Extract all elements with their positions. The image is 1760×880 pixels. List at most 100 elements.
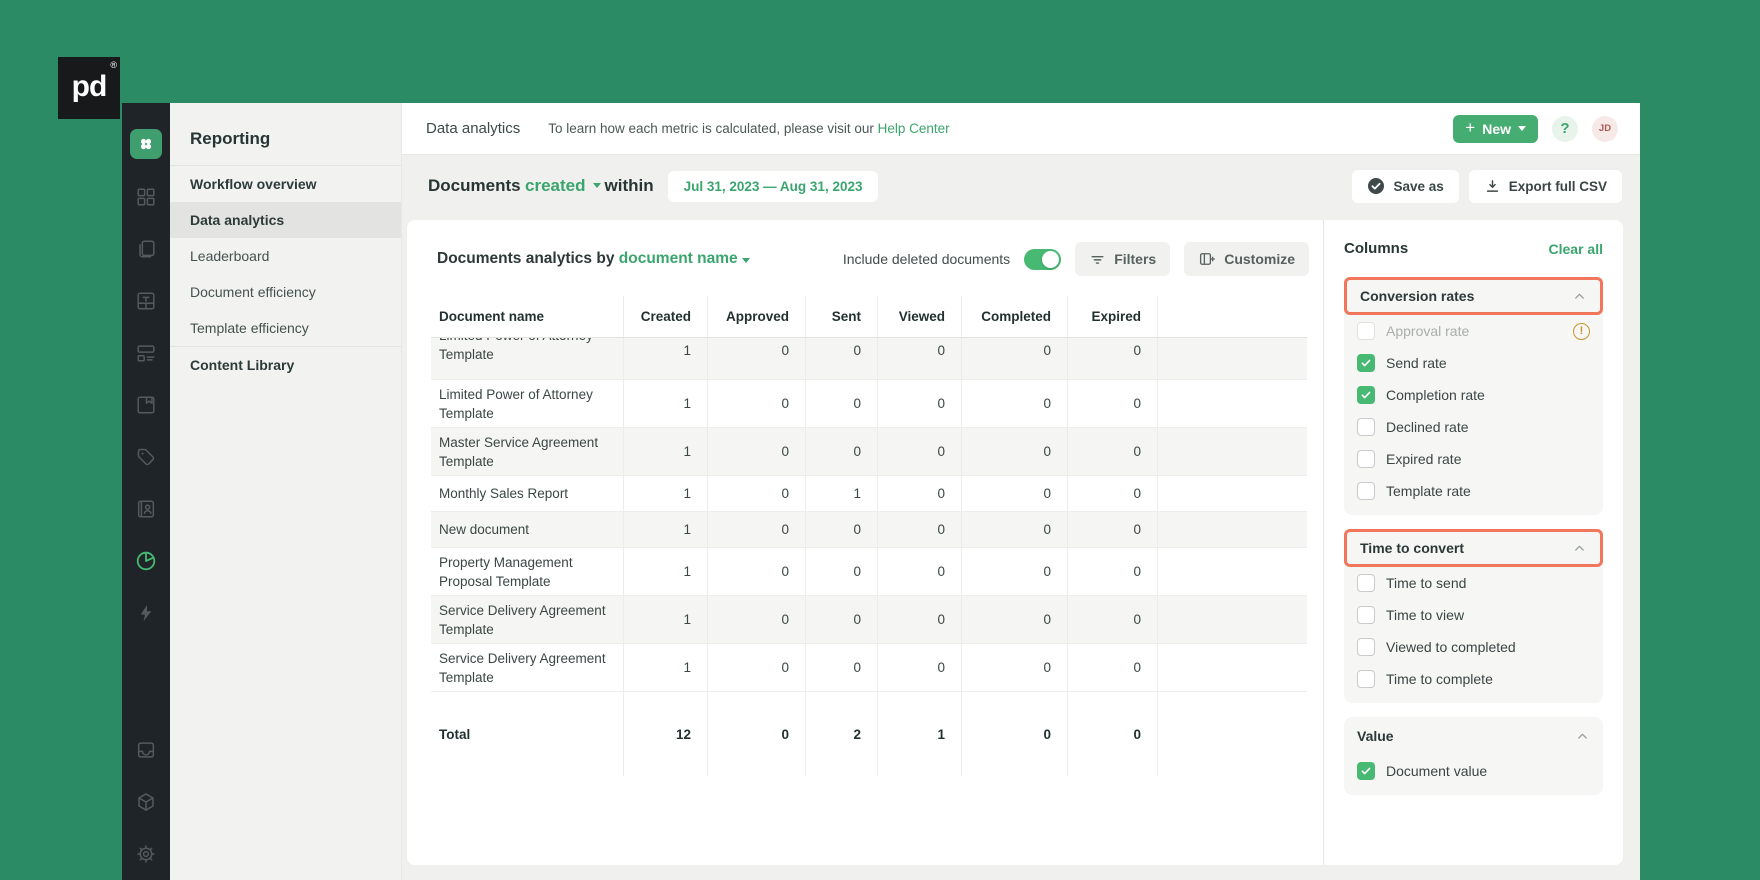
columns-section: Conversion rates Approval rate! Send rate C…	[1344, 277, 1603, 515]
document-name-cell: Monthly Sales Report	[439, 486, 569, 501]
checkbox	[1357, 322, 1375, 340]
within-label: within	[604, 176, 654, 195]
value-cell: 0	[877, 512, 961, 547]
value-cell: 0	[1067, 476, 1157, 511]
checkbox[interactable]	[1357, 638, 1375, 656]
columns-section: Time to convert Time to send Time to view V…	[1344, 529, 1603, 703]
value-cell: 0	[1067, 644, 1157, 691]
include-deleted-toggle[interactable]	[1024, 248, 1062, 270]
automations-icon[interactable]	[122, 587, 170, 639]
value-cell: 1	[805, 476, 877, 511]
value-cell: 0	[961, 428, 1067, 475]
columns-section: Value Document value	[1344, 717, 1603, 795]
value-cell: 0	[707, 644, 805, 691]
catalog-icon[interactable]	[122, 431, 170, 483]
section-header-time-to-convert[interactable]: Time to convert	[1344, 529, 1603, 567]
checkbox[interactable]	[1357, 574, 1375, 592]
export-csv-button[interactable]: Export full CSV	[1468, 169, 1622, 203]
total-row: Total 12 0 2 1 0 0	[431, 692, 1307, 776]
customize-button[interactable]: Customize	[1184, 242, 1309, 276]
value-cell: 1	[623, 548, 707, 595]
value-cell: 0	[877, 380, 961, 427]
apps-icon[interactable]	[130, 129, 162, 159]
mode-dropdown[interactable]: created	[525, 176, 585, 196]
column-header: Approved	[707, 296, 805, 337]
contacts-icon[interactable]	[122, 483, 170, 535]
value-cell: 0	[707, 338, 805, 379]
new-button[interactable]: + New	[1453, 114, 1538, 143]
table-row: Monthly Sales Report 1 0 1 0 0 0	[431, 476, 1307, 512]
column-option-approval-rate: Approval rate!	[1344, 315, 1603, 347]
checkbox[interactable]	[1357, 450, 1375, 468]
value-cell: 1	[623, 338, 707, 379]
table-row: New document 1 0 0 0 0 0	[431, 512, 1307, 548]
plus-icon: +	[1465, 118, 1476, 137]
checkbox[interactable]	[1357, 606, 1375, 624]
registered-mark: ®	[110, 60, 117, 70]
sidebar-item-template-efficiency[interactable]: Template efficiency	[170, 310, 401, 346]
column-option-time-to-view: Time to view	[1344, 599, 1603, 631]
section-header-value[interactable]: Value	[1344, 717, 1603, 755]
checkbox-label: Time to complete	[1386, 671, 1493, 687]
help-center-link[interactable]: Help Center	[878, 121, 950, 136]
help-button[interactable]: ?	[1552, 115, 1578, 142]
checkbox[interactable]	[1357, 670, 1375, 688]
customize-icon	[1200, 253, 1216, 265]
value-cell: 0	[961, 338, 1067, 379]
section-header-conversion-rates[interactable]: Conversion rates	[1344, 277, 1603, 315]
forms-icon[interactable]	[122, 327, 170, 379]
documents-icon[interactable]	[122, 223, 170, 275]
table-area: Documents analytics by document name Inc…	[407, 220, 1323, 865]
settings-icon[interactable]	[122, 828, 170, 880]
sidebar-item-document-efficiency[interactable]: Document efficiency	[170, 274, 401, 310]
checkbox[interactable]	[1357, 762, 1375, 780]
checkbox[interactable]	[1357, 354, 1375, 372]
value-cell: 0	[805, 596, 877, 643]
templates-icon[interactable]	[122, 275, 170, 327]
clear-all-link[interactable]: Clear all	[1549, 241, 1603, 257]
warning-icon: !	[1573, 322, 1590, 340]
checkbox-label: Time to send	[1386, 575, 1467, 591]
dashboard-icon[interactable]	[122, 171, 170, 223]
column-header: Viewed	[877, 296, 961, 337]
addons-icon[interactable]	[122, 776, 170, 828]
include-deleted-label: Include deleted documents	[842, 251, 1011, 267]
filters-button[interactable]: Filters	[1075, 242, 1171, 276]
chevron-down-icon	[592, 182, 601, 188]
analytics-table: Document name Created Approved Sent Viewed Co…	[431, 296, 1307, 776]
checkbox[interactable]	[1357, 418, 1375, 436]
check-circle-icon	[1368, 178, 1385, 194]
filter-icon	[1091, 255, 1104, 264]
inbox-icon[interactable]	[122, 724, 170, 776]
sidebar-item-leaderboard[interactable]: Leaderboard	[170, 238, 401, 274]
date-range-picker[interactable]: Jul 31, 2023 — Aug 31, 2023	[667, 170, 879, 202]
sidebar-item-workflow-overview[interactable]: Workflow overview	[170, 166, 401, 202]
total-value-cell: 0	[707, 692, 805, 776]
checkbox[interactable]	[1357, 482, 1375, 500]
value-cell: 0	[1067, 596, 1157, 643]
group-by-dropdown[interactable]: document name	[619, 250, 738, 267]
value-cell: 0	[877, 596, 961, 643]
value-cell: 0	[961, 596, 1067, 643]
content-library-icon[interactable]	[122, 379, 170, 431]
checkbox[interactable]	[1357, 386, 1375, 404]
value-cell: 0	[805, 380, 877, 427]
sidebar-item-data-analytics[interactable]: Data analytics	[170, 202, 401, 238]
document-name-cell: Master Service Agreement Template	[439, 434, 599, 469]
value-cell: 0	[707, 428, 805, 475]
page-canvas: pd ® Reporting Workflow overview Data ana…	[0, 0, 1760, 880]
sidebar-item-content-library[interactable]: Content Library	[170, 347, 401, 383]
column-option-declined-rate: Declined rate	[1344, 411, 1603, 443]
column-header: Expired	[1067, 296, 1157, 337]
card-title: Documents analytics by document name	[437, 250, 750, 268]
value-cell: 0	[1067, 512, 1157, 547]
chevron-up-icon	[1575, 729, 1590, 744]
avatar[interactable]: JD	[1592, 115, 1618, 142]
table-row: Property Management Proposal Template 1 0 0…	[431, 548, 1307, 596]
value-cell: 0	[805, 338, 877, 379]
reports-icon[interactable]	[122, 535, 170, 587]
save-as-button[interactable]: Save as	[1352, 169, 1459, 203]
table-header-row: Document name Created Approved Sent Viewed Co…	[431, 296, 1307, 338]
value-cell: 0	[707, 512, 805, 547]
columns-panel-title: Columns	[1344, 240, 1409, 257]
